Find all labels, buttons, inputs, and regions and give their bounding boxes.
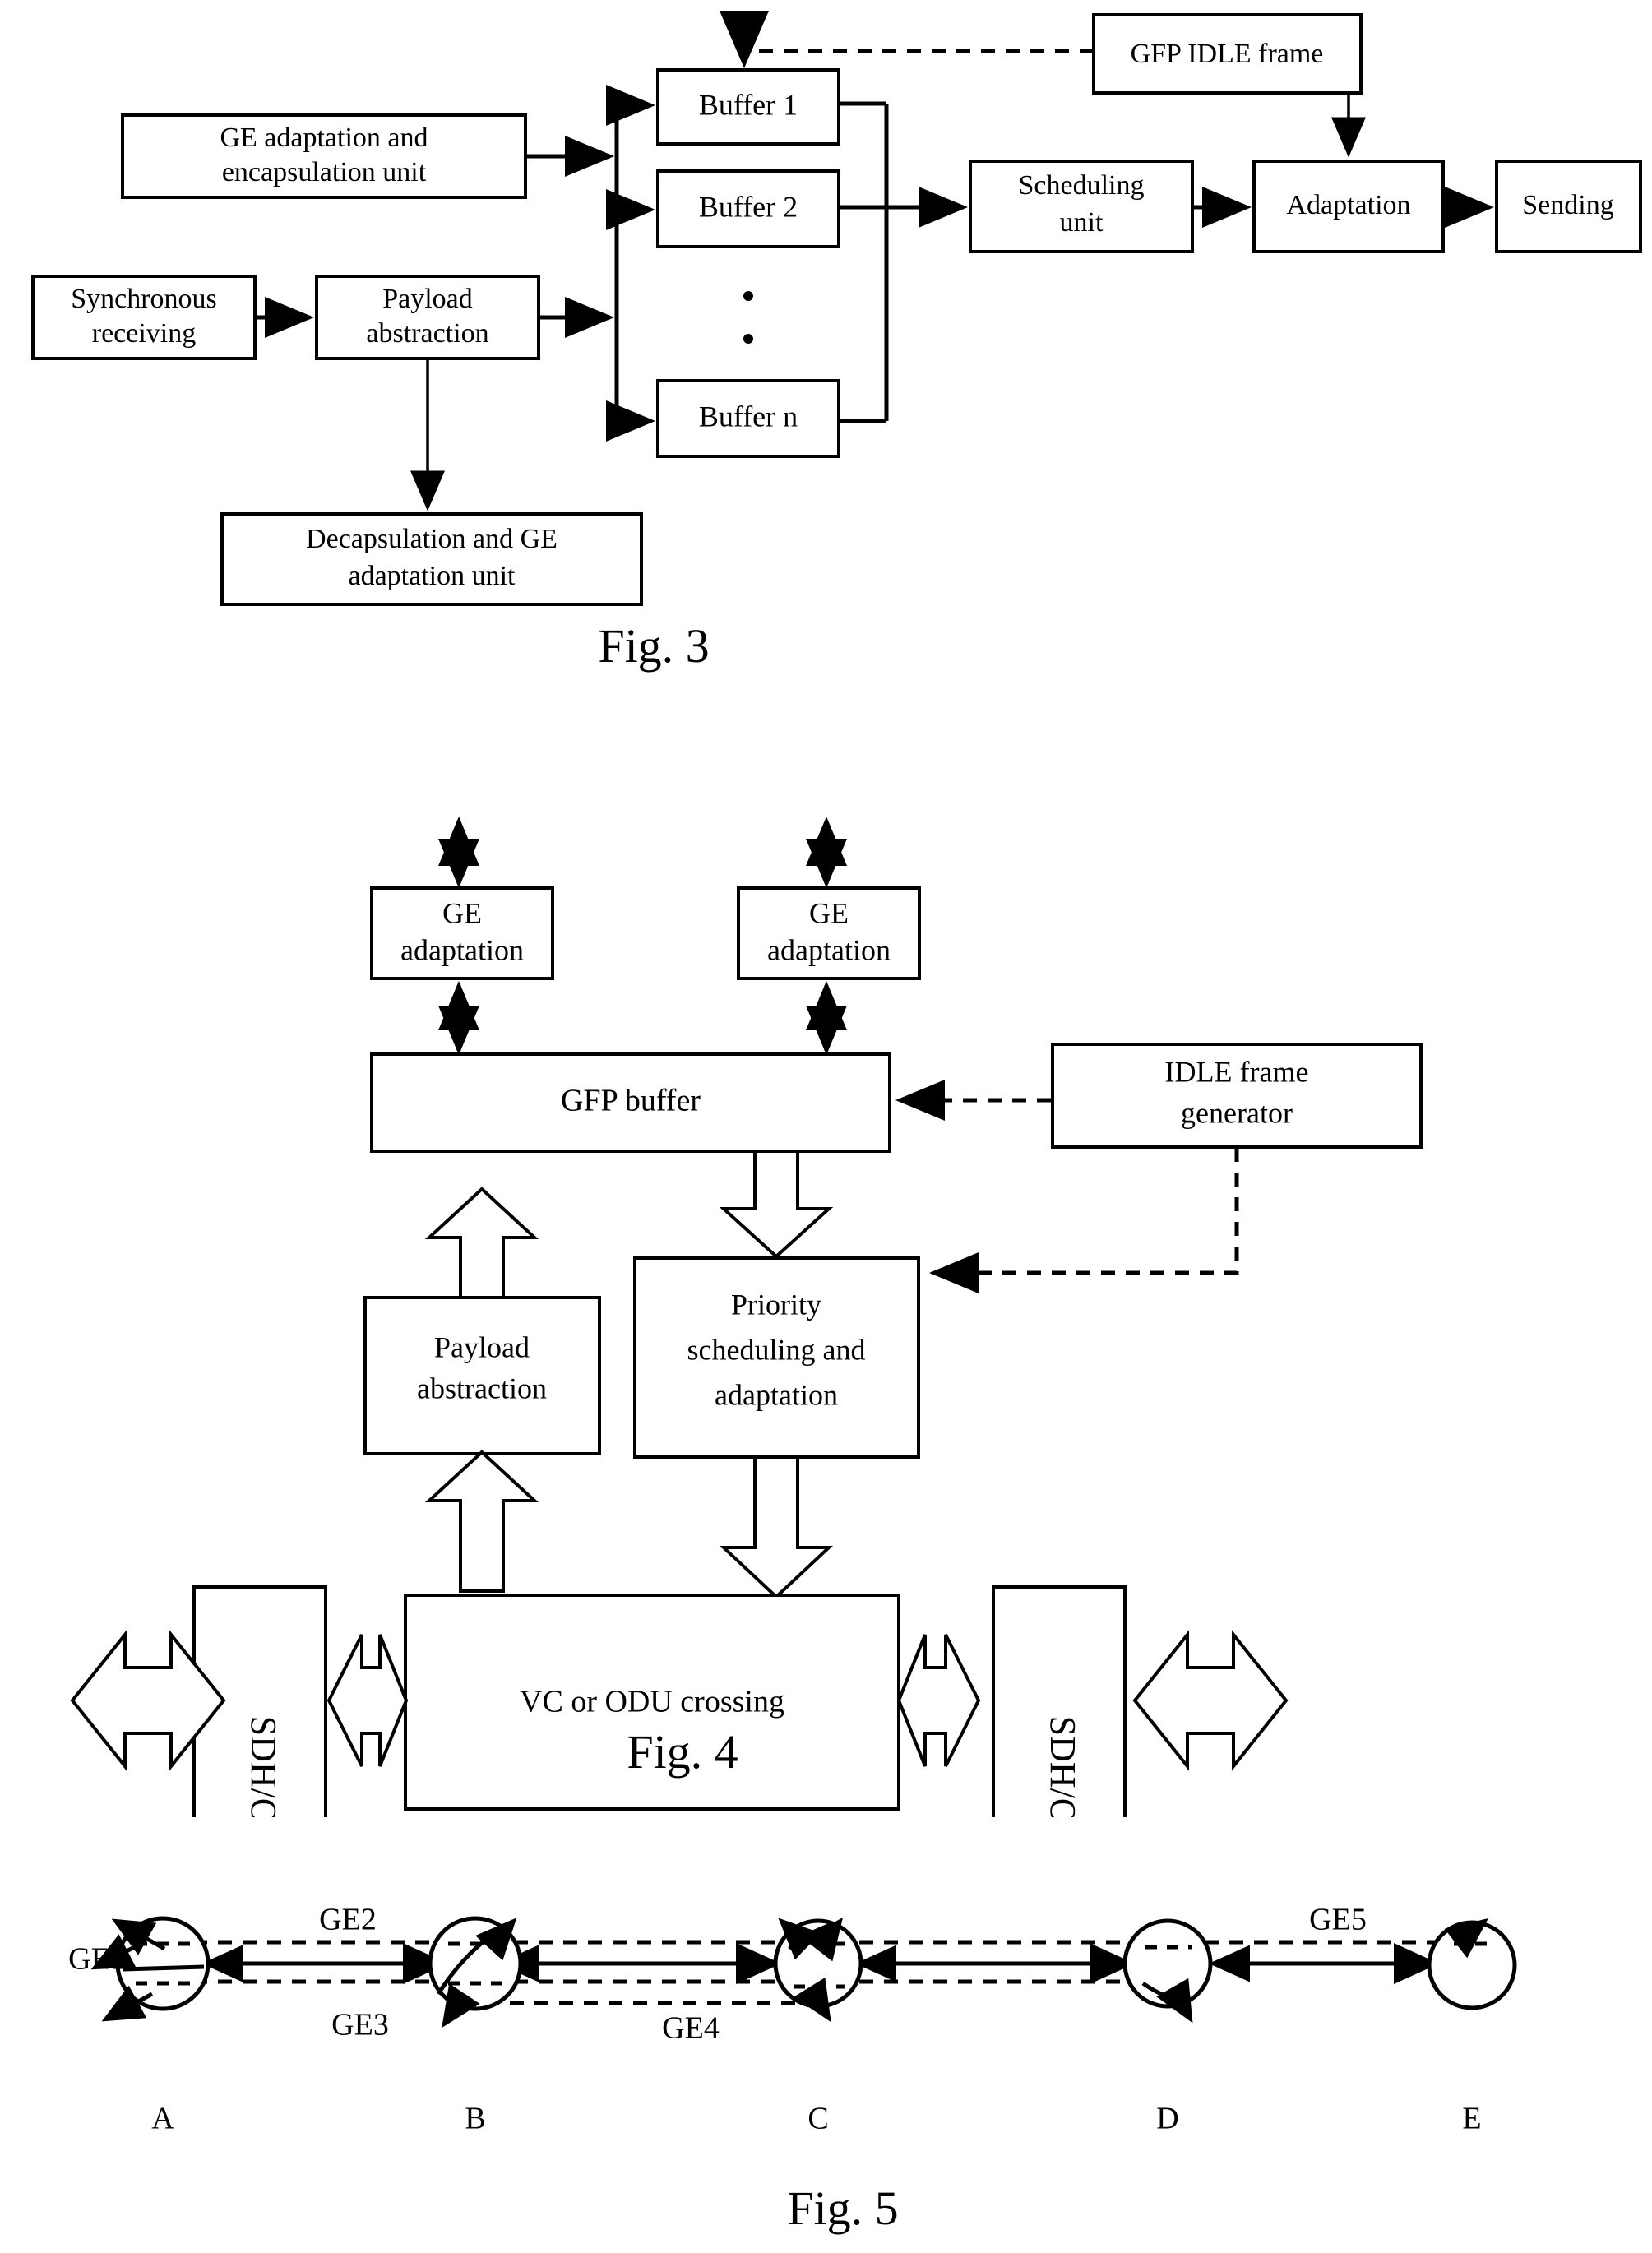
fig5-node-e-label: E <box>1462 2102 1481 2136</box>
fig5-node-a-label: A <box>151 2102 174 2136</box>
fig3-decapsulation-line2: adaptation unit <box>348 561 516 591</box>
fig4-block-arrow-vc-to-payload <box>424 1450 539 1593</box>
figure-3: GE adaptation and encapsulation unit Syn… <box>31 11 1642 673</box>
fig3-payload-abstraction-box: Payload abstraction <box>315 275 540 360</box>
fig4-block-arrow-payload-to-gfp <box>424 1187 539 1299</box>
fig4-priority-line2: scheduling and <box>687 1333 866 1366</box>
fig4-ge-adaptation-right-box: GE adaptation <box>737 886 921 980</box>
fig4-block-arrow-gfp-to-priority <box>719 1150 834 1259</box>
fig4-dashed-idle-to-priority <box>929 1148 1239 1293</box>
fig4-gfp-buffer-box: GFP buffer <box>370 1052 891 1153</box>
fig5-node-c: C <box>773 1918 863 2136</box>
fig3-ge-adaptation-encapsulation-box: GE adaptation and encapsulation unit <box>121 113 527 199</box>
fig4-idle-gen-line1: IDLE frame <box>1165 1055 1309 1088</box>
figure-5: A B C D E GE1 GE2 GE3 GE4 GE5 Fig. 5 <box>68 1903 1517 2235</box>
fig4-payload-line2: abstraction <box>417 1372 547 1404</box>
fig5-label-ge5: GE5 <box>1309 1903 1367 1937</box>
fig3-buffer1-label: Buffer 1 <box>699 88 798 121</box>
fig3-sending-box: Sending <box>1495 160 1642 253</box>
fig3-gfp-idle-frame-box: GFP IDLE frame <box>1092 13 1363 95</box>
fig3-buffer2-box: Buffer 2 <box>656 169 840 248</box>
figure-4: GE adaptation GE adaptation GFP buffer I… <box>70 817 1423 1817</box>
fig4-gfp-buffer-label: GFP buffer <box>561 1084 701 1118</box>
fig4-idle-gen-line2: generator <box>1181 1096 1293 1129</box>
fig3-payload-line1: Payload <box>382 284 473 314</box>
fig5-label-ge2: GE2 <box>319 1903 377 1937</box>
fig3-ge-adaptation-line1: GE adaptation and <box>220 123 428 153</box>
fig4-ge-right-line1: GE <box>809 896 849 929</box>
fig3-payload-line2: abstraction <box>366 318 488 349</box>
fig3-adaptation-box: Adaptation <box>1252 160 1445 253</box>
fig4-ge-right-line2: adaptation <box>767 933 891 966</box>
fig5-node-d: D <box>1122 1918 1213 2136</box>
fig3-gfp-idle-label: GFP IDLE frame <box>1131 39 1324 69</box>
fig3-buffer2-label: Buffer 2 <box>699 190 798 223</box>
fig3-synchronous-line2: receiving <box>92 318 197 349</box>
fig4-idle-frame-generator-box: IDLE frame generator <box>1051 1043 1423 1149</box>
fig5-node-c-label: C <box>807 2102 828 2136</box>
fig3-buffer1-box: Buffer 1 <box>656 68 840 146</box>
fig3-vertical-ellipsis <box>743 291 753 344</box>
fig5-node-d-label: D <box>1156 2102 1178 2136</box>
fig3-synchronous-line1: Synchronous <box>71 284 217 314</box>
fig4-caption: Fig. 4 <box>627 1725 738 1779</box>
patent-drawing-page: GE adaptation and encapsulation unit Syn… <box>0 0 1652 2235</box>
fig4-priority-line3: adaptation <box>715 1378 838 1411</box>
fig3-ge-adaptation-line2: encapsulation unit <box>222 157 427 187</box>
fig3-buffern-label: Buffer n <box>699 400 798 433</box>
fig5-node-b-label: B <box>465 2102 485 2136</box>
fig4-payload-line1: Payload <box>434 1330 530 1363</box>
fig3-adaptation-label: Adaptation <box>1286 190 1410 220</box>
fig4-ge-left-line2: adaptation <box>400 933 524 966</box>
fig4-priority-line1: Priority <box>731 1288 821 1321</box>
fig3-scheduling-line1: Scheduling <box>1019 170 1145 201</box>
figure-4-caption: Fig. 4 <box>627 1725 738 1779</box>
fig3-decapsulation-box: Decapsulation and GE adaptation unit <box>220 512 643 606</box>
fig5-node-b: B <box>428 1916 523 2136</box>
fig3-scheduling-unit-box: Scheduling unit <box>969 160 1194 253</box>
fig5-label-ge4: GE4 <box>662 2011 720 2046</box>
fig3-sending-label: Sending <box>1522 190 1613 220</box>
fig5-label-ge1: GE1 <box>68 1942 126 1977</box>
fig4-payload-abstraction-box: Payload abstraction <box>363 1296 601 1455</box>
fig3-buffern-box: Buffer n <box>656 379 840 458</box>
fig5-node-e: E <box>1427 1918 1517 2136</box>
fig3-synchronous-receiving-box: Synchronous receiving <box>31 275 257 360</box>
fig4-ge-left-line1: GE <box>442 896 482 929</box>
fig3-dashed-idle-to-buffer1 <box>720 11 1094 68</box>
fig5-label-ge3: GE3 <box>331 2008 389 2043</box>
fig3-decapsulation-line1: Decapsulation and GE <box>306 524 558 554</box>
fig4-block-arrow-priority-to-vc <box>719 1455 834 1599</box>
fig4-ge-adaptation-left-box: GE adaptation <box>370 886 554 980</box>
fig4-priority-scheduling-box: Priority scheduling and adaptation <box>633 1256 920 1459</box>
fig3-scheduling-line2: unit <box>1060 207 1104 238</box>
fig3-caption: Fig. 3 <box>598 619 709 673</box>
fig5-caption: Fig. 5 <box>787 2181 898 2235</box>
